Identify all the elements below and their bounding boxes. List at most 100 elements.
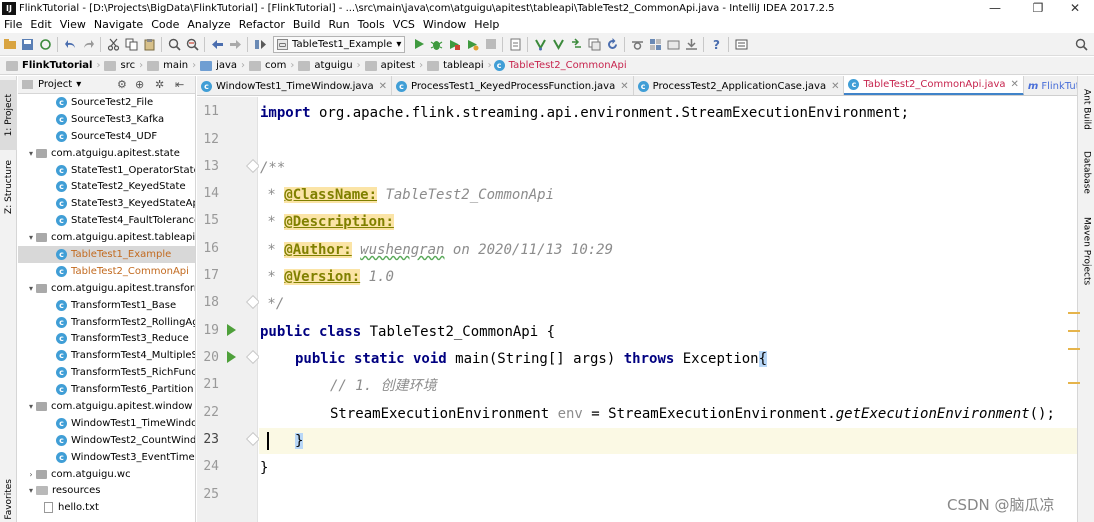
fold-marker-icon[interactable] bbox=[245, 158, 261, 174]
vcs-compare-icon[interactable] bbox=[568, 36, 585, 53]
profile-icon[interactable] bbox=[464, 36, 481, 53]
menu-view[interactable]: View bbox=[56, 18, 90, 31]
tree-class-item[interactable]: c TransformTest2_RollingAggregation bbox=[18, 314, 195, 331]
restore-button[interactable]: ❐ bbox=[1018, 0, 1058, 16]
back-icon[interactable] bbox=[209, 36, 226, 53]
tree-package-item[interactable]: ▾ com.atguigu.apitest.window bbox=[18, 398, 195, 415]
tree-class-item[interactable]: c WindowTest1_TimeWindow bbox=[18, 415, 195, 432]
project-tool-tab[interactable]: 1: Project bbox=[0, 80, 17, 150]
run-configuration-selector[interactable]: ▭ TableTest1_Example ▾ bbox=[273, 35, 406, 53]
attach-icon[interactable] bbox=[507, 36, 524, 53]
close-icon[interactable]: ✕ bbox=[831, 81, 839, 92]
tab-windowtest1[interactable]: c WindowTest1_TimeWindow.java ✕ bbox=[197, 76, 392, 95]
breadcrumb-apitest[interactable]: apitest › bbox=[363, 60, 425, 71]
sdk-icon[interactable] bbox=[665, 36, 682, 53]
menu-vcs[interactable]: VCS bbox=[389, 18, 419, 31]
run-icon[interactable] bbox=[410, 36, 427, 53]
tree-class-item[interactable]: c StateTest1_OperatorState bbox=[18, 162, 195, 179]
vcs-history-icon[interactable] bbox=[586, 36, 603, 53]
vcs-revert-icon[interactable] bbox=[604, 36, 621, 53]
vcs-update-icon[interactable] bbox=[532, 36, 549, 53]
code-editor[interactable]: import org.apache.flink.streaming.api.en… bbox=[259, 97, 1077, 522]
minimize-button[interactable]: — bbox=[975, 0, 1015, 16]
tree-class-item[interactable]: c SourceTest2_File bbox=[18, 94, 195, 111]
warning-marker[interactable] bbox=[1068, 312, 1080, 314]
favorites-tool-tab[interactable]: Favorites bbox=[0, 476, 17, 522]
build-arrow-icon[interactable] bbox=[252, 36, 269, 53]
close-button[interactable]: ✕ bbox=[1055, 0, 1094, 16]
menu-window[interactable]: Window bbox=[419, 18, 470, 31]
fold-marker-icon[interactable] bbox=[245, 294, 261, 310]
tree-class-item[interactable]: c SourceTest3_Kafka bbox=[18, 111, 195, 128]
help-icon[interactable]: ? bbox=[708, 36, 725, 53]
paste-icon[interactable] bbox=[141, 36, 158, 53]
menu-help[interactable]: Help bbox=[470, 18, 503, 31]
project-structure-icon[interactable] bbox=[647, 36, 664, 53]
tab-flinktutorial-pom[interactable]: mFlinkTutorial bbox=[1024, 76, 1077, 95]
settings-icon[interactable] bbox=[629, 36, 646, 53]
tree-class-item[interactable]: c TransformTest6_Partition bbox=[18, 381, 195, 398]
tree-class-item[interactable]: c StateTest4_FaultTolerance bbox=[18, 212, 195, 229]
breadcrumb-atguigu[interactable]: atguigu › bbox=[296, 60, 362, 71]
tree-class-item[interactable]: c WindowTest2_CountWindow bbox=[18, 432, 195, 449]
tree-class-item[interactable]: c TransformTest4_MultipleStreams bbox=[18, 347, 195, 364]
stop-icon[interactable] bbox=[482, 36, 499, 53]
fold-marker-icon[interactable] bbox=[245, 431, 261, 447]
breadcrumb-tableapi[interactable]: tableapi › bbox=[425, 60, 494, 71]
maven-projects-tool-tab[interactable]: Maven Projects bbox=[1078, 206, 1094, 296]
menu-edit[interactable]: Edit bbox=[26, 18, 55, 31]
vcs-commit-icon[interactable] bbox=[550, 36, 567, 53]
close-icon[interactable]: ✕ bbox=[620, 81, 628, 92]
tree-package-item[interactable]: ▾ com.atguigu.apitest.transform bbox=[18, 280, 195, 297]
settings-icon[interactable]: ✲ bbox=[155, 78, 164, 91]
menu-file[interactable]: File bbox=[0, 18, 26, 31]
tree-file-item[interactable]: hello.txt bbox=[18, 499, 195, 516]
tree-class-item[interactable]: c StateTest3_KeyedStateApplicationCase bbox=[18, 195, 195, 212]
menu-analyze[interactable]: Analyze bbox=[183, 18, 234, 31]
structure-tool-tab[interactable]: Z: Structure bbox=[0, 152, 17, 222]
tab-tabletest2-commonapi[interactable]: c TableTest2_CommonApi.java ✕ bbox=[844, 76, 1024, 95]
project-view-selector[interactable]: Project bbox=[38, 79, 72, 90]
menu-refactor[interactable]: Refactor bbox=[235, 18, 289, 31]
database-tool-tab[interactable]: Database bbox=[1078, 142, 1094, 202]
scroll-from-source-icon[interactable]: ⊕ bbox=[135, 78, 144, 91]
menu-navigate[interactable]: Navigate bbox=[90, 18, 147, 31]
menu-build[interactable]: Build bbox=[289, 18, 325, 31]
chevron-down-icon[interactable]: ▾ bbox=[26, 284, 36, 293]
chevron-right-icon[interactable]: › bbox=[26, 470, 36, 479]
breadcrumb-src[interactable]: src › bbox=[102, 60, 145, 71]
coverage-icon[interactable] bbox=[446, 36, 463, 53]
tree-class-item[interactable]: c TableTest1_Example bbox=[18, 246, 195, 263]
plugin-icon[interactable] bbox=[733, 36, 750, 53]
hide-panel-icon[interactable]: ⇤ bbox=[175, 78, 184, 91]
chevron-down-icon[interactable]: ▾ bbox=[26, 233, 36, 242]
menu-run[interactable]: Run bbox=[325, 18, 354, 31]
gear-icon[interactable]: ⚙ bbox=[117, 78, 127, 91]
ant-build-tool-tab[interactable]: Ant Build bbox=[1078, 80, 1094, 138]
tree-class-item[interactable]: c SourceTest4_UDF bbox=[18, 128, 195, 145]
tree-package-item[interactable]: ▾ com.atguigu.apitest.state bbox=[18, 145, 195, 162]
redo-icon[interactable] bbox=[80, 36, 97, 53]
search-everywhere-icon[interactable] bbox=[1073, 36, 1090, 53]
debug-icon[interactable] bbox=[428, 36, 445, 53]
chevron-down-icon[interactable]: ▾ bbox=[26, 149, 36, 158]
copy-icon[interactable] bbox=[123, 36, 140, 53]
chevron-down-icon[interactable]: ▾ bbox=[26, 402, 36, 411]
replace-icon[interactable] bbox=[184, 36, 201, 53]
open-folder-icon[interactable] bbox=[1, 36, 18, 53]
tab-processtest2[interactable]: c ProcessTest2_ApplicationCase.java ✕ bbox=[634, 76, 845, 95]
tab-processtest1[interactable]: c ProcessTest1_KeyedProcessFunction.java ✕ bbox=[392, 76, 634, 95]
menu-code[interactable]: Code bbox=[147, 18, 183, 31]
warning-marker[interactable] bbox=[1068, 348, 1080, 350]
breadcrumb-com[interactable]: com › bbox=[247, 60, 296, 71]
breadcrumb-main[interactable]: main › bbox=[145, 60, 198, 71]
cut-icon[interactable] bbox=[105, 36, 122, 53]
run-main-icon[interactable] bbox=[227, 351, 236, 363]
tree-class-item[interactable]: c TransformTest5_RichFunction bbox=[18, 364, 195, 381]
tree-package-item[interactable]: ▾ com.atguigu.apitest.tableapi bbox=[18, 229, 195, 246]
close-icon[interactable]: ✕ bbox=[1011, 79, 1019, 90]
tree-class-item[interactable]: c TableTest2_CommonApi bbox=[18, 263, 195, 280]
download-icon[interactable] bbox=[683, 36, 700, 53]
breadcrumb-java[interactable]: java › bbox=[198, 60, 247, 71]
warning-marker[interactable] bbox=[1068, 330, 1080, 332]
